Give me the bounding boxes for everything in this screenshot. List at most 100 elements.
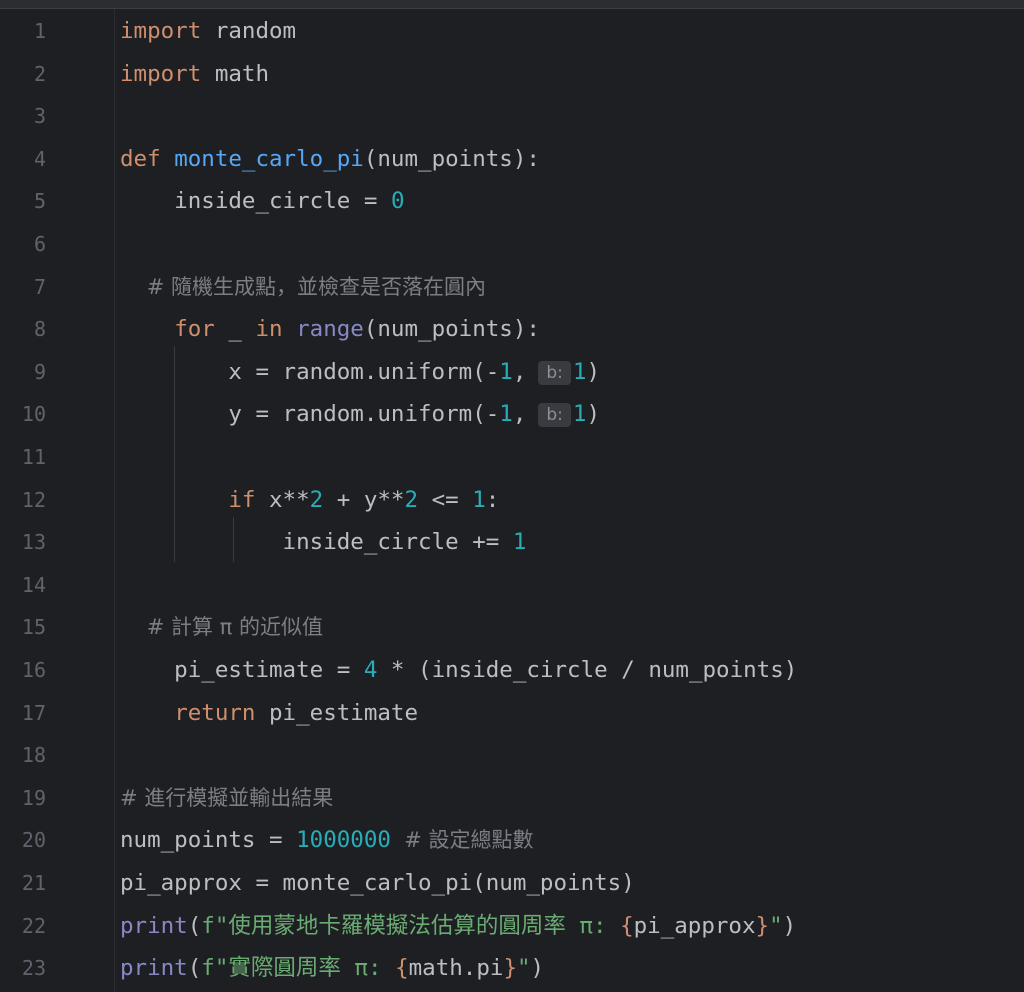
code-line[interactable]: 23 print(f"實際圓周率 π: {math.pi}") [0,946,1024,988]
code-token: <= [418,486,473,513]
code-token: x** [255,486,310,513]
line-number: 3 [33,104,46,129]
code-text: print(f"實際圓周率 π: {math.pi}") [120,954,544,982]
code-token: ) [530,955,545,982]
line-number: 18 [21,743,46,768]
code-token: ) [586,401,601,428]
line-number: 22 [21,913,46,938]
number-token: 1 [499,358,513,385]
code-line[interactable]: 20 num_points = 1000000 # 設定總點數 [0,818,1024,860]
keyword-token: def [120,145,161,172]
code-line[interactable]: 17 return pi_estimate [0,691,1024,733]
code-text: # 進行模擬並輸出結果 [120,784,333,812]
code-line[interactable]: 12 if x**2 + y**2 <= 1: [0,478,1024,520]
code-token: , [512,401,527,428]
comment-token: # 計算 π 的近似值 [120,615,323,640]
number-token: 2 [309,486,324,513]
line-number: 14 [21,572,46,597]
code-text: for _ in range(num_points): [120,315,540,343]
code-line[interactable]: 16 pi_estimate = 4 * (inside_circle / nu… [0,648,1024,690]
code-token: ) [586,358,601,385]
keyword-token: return [174,699,256,726]
code-line[interactable]: 6 [0,222,1024,264]
code-text: # 計算 π 的近似值 [120,613,323,641]
code-line[interactable]: 9 x = random.uniform(-1, b: 1) [0,350,1024,392]
comment-token: # 隨機生成點，並檢查是否落在圓內 [120,274,486,299]
code-line[interactable]: 13 inside_circle += 1 [0,520,1024,562]
number-token: 4 [363,657,378,683]
string-token: f"實際圓周率 π: [201,955,396,982]
parameter-hint: b: [538,360,571,385]
code-token: pi_estimate [255,699,419,726]
line-number: 2 [33,61,46,86]
code-token: ( [187,912,202,939]
code-line[interactable]: 19 # 進行模擬並輸出結果 [0,776,1024,818]
module-token: math [201,60,270,87]
code-line[interactable]: 18 [0,733,1024,775]
code-token: + y** [323,486,405,513]
code-token: pi_approx [633,912,756,939]
brace-token: { [395,955,409,982]
line-number: 7 [33,274,46,299]
string-token: f"使用蒙地卡羅模擬法估算的圓周率 π: [201,912,621,939]
line-number: 8 [33,317,46,342]
line-number: 5 [33,189,46,214]
code-token: * (inside_circle / num_points) [377,657,798,683]
code-token: , [512,358,527,385]
code-token: num_points = [120,827,297,854]
builtin-token: print [120,912,188,939]
code-line[interactable]: 22 print(f"使用蒙地卡羅模擬法估算的圓周率 π: {pi_approx… [0,904,1024,946]
code-line[interactable]: 5 inside_circle = 0 [0,179,1024,221]
signature-token: (num_points): [363,145,540,172]
code-token: math.pi [408,955,504,982]
comment-token: # 設定總點數 [390,828,534,853]
code-line[interactable]: 15 # 計算 π 的近似值 [0,605,1024,647]
code-editor[interactable]: 1 import random 2 import math 3 4 def mo… [0,9,1024,992]
code-line[interactable]: 4 def monte_carlo_pi(num_points): [0,137,1024,179]
line-number: 23 [21,956,46,981]
number-token: 1000000 [296,827,391,854]
code-line[interactable]: 7 # 隨機生成點，並檢查是否落在圓內 [0,265,1024,307]
line-number: 4 [33,146,46,171]
code-token: _ [214,316,256,343]
indent-token [120,487,228,513]
code-text: print(f"使用蒙地卡羅模擬法估算的圓周率 π: {pi_approx}") [120,912,796,940]
code-line[interactable]: 21 pi_approx = monte_carlo_pi(num_points… [0,861,1024,903]
code-line[interactable]: 8 for _ in range(num_points): [0,307,1024,349]
code-token: inside_circle = [120,188,391,215]
code-token: ( [187,955,202,982]
line-number: 13 [21,530,46,555]
code-token: y = random.uniform(- [120,401,500,428]
code-line[interactable]: 11 [0,435,1024,477]
indent-token [120,700,174,726]
code-line[interactable]: 14 [0,563,1024,605]
brace-token: } [755,912,770,939]
comment-token: # 進行模擬並輸出結果 [120,785,334,810]
code-token: x = random.uniform(- [120,358,500,385]
line-number: 11 [21,445,46,469]
code-text: import random [120,17,296,45]
code-text: # 隨機生成點，並檢查是否落在圓內 [120,273,486,301]
string-token: " [516,955,531,982]
line-number: 12 [21,487,46,512]
code-text: y = random.uniform(-1, b: 1) [120,400,600,428]
code-text: def monte_carlo_pi(num_points): [120,145,540,173]
keyword-token: import [120,60,202,87]
line-number: 21 [21,871,46,895]
function-name-token: monte_carlo_pi [174,145,364,172]
code-line[interactable]: 10 y = random.uniform(-1, b: 1) [0,392,1024,434]
code-token: ) [782,912,797,939]
code-line[interactable]: 3 [0,94,1024,136]
code-text: x = random.uniform(-1, b: 1) [120,358,600,386]
code-line[interactable]: 1 import random [0,9,1024,51]
keyword-token: for [174,316,215,343]
code-line[interactable]: 2 import math [0,52,1024,94]
line-number: 6 [33,232,46,256]
code-token: inside_circle += [120,529,513,556]
keyword-token: in [255,316,283,343]
code-token: pi_estimate = [120,657,364,683]
brace-token: { [620,912,634,939]
line-number: 10 [21,402,46,427]
code-text: inside_circle += 1 [120,528,527,556]
